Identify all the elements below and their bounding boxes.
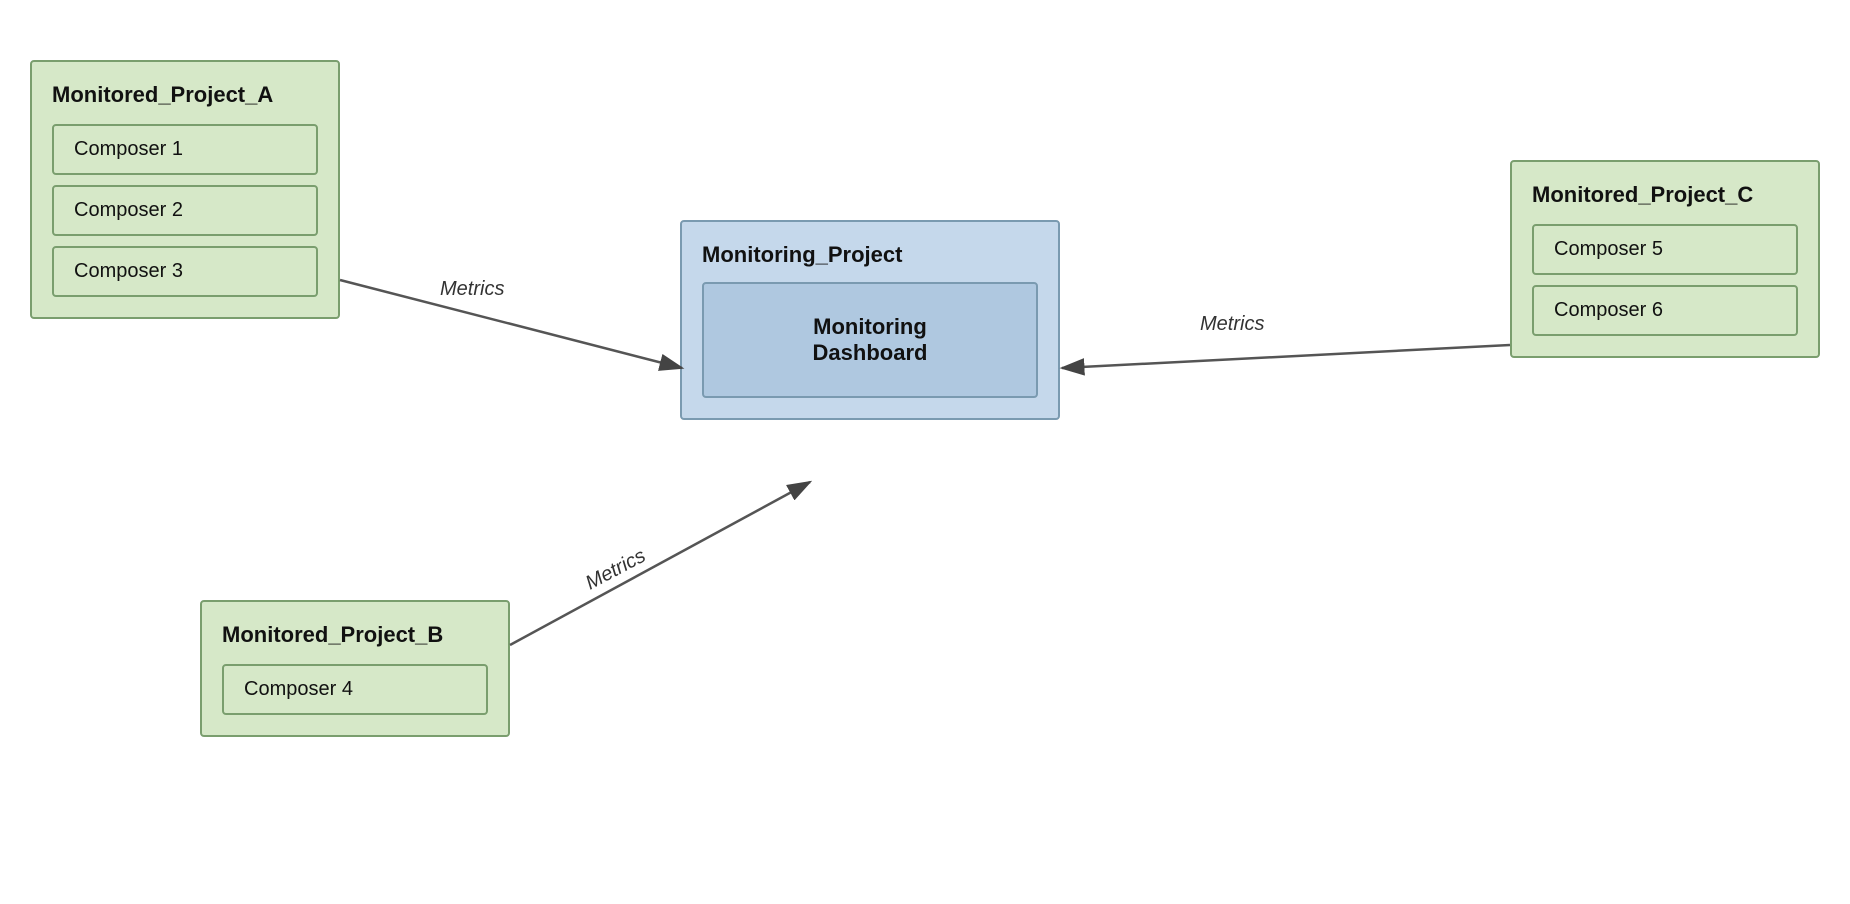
composer-3-box: Composer 3: [52, 246, 318, 297]
project-b-box: Monitored_Project_B Composer 4: [200, 600, 510, 737]
metrics-label-c: Metrics: [1200, 313, 1264, 335]
arrow-c-to-dashboard: [1062, 345, 1510, 368]
monitoring-project-title: Monitoring_Project: [702, 242, 1038, 268]
arrow-b-to-dashboard: [510, 482, 810, 645]
metrics-label-b: Metrics: [582, 545, 649, 595]
project-b-title: Monitored_Project_B: [222, 622, 488, 648]
composer-1-box: Composer 1: [52, 124, 318, 175]
project-c-title: Monitored_Project_C: [1532, 182, 1798, 208]
metrics-label-a: Metrics: [440, 278, 504, 300]
composer-5-box: Composer 5: [1532, 224, 1798, 275]
project-c-box: Monitored_Project_C Composer 5 Composer …: [1510, 160, 1820, 358]
arrow-a-to-dashboard: [340, 280, 682, 368]
diagram-container: Monitored_Project_A Composer 1 Composer …: [0, 0, 1850, 904]
monitoring-dashboard-box: MonitoringDashboard: [702, 282, 1038, 398]
monitoring-project-box: Monitoring_Project MonitoringDashboard: [680, 220, 1060, 420]
project-a-box: Monitored_Project_A Composer 1 Composer …: [30, 60, 340, 319]
composer-2-box: Composer 2: [52, 185, 318, 236]
composer-4-box: Composer 4: [222, 664, 488, 715]
composer-6-box: Composer 6: [1532, 285, 1798, 336]
project-a-title: Monitored_Project_A: [52, 82, 318, 108]
